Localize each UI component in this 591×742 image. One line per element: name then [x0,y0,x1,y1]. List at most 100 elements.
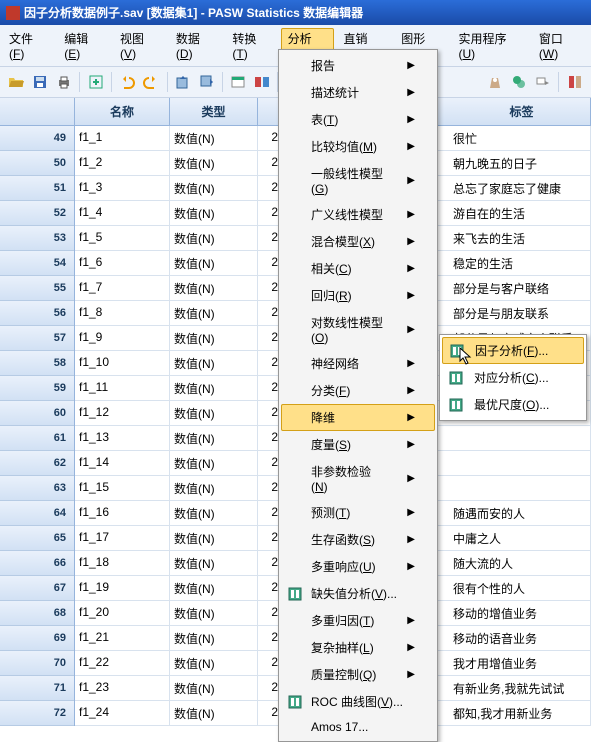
row-header[interactable]: 59 [0,376,74,401]
row-header[interactable]: 68 [0,601,74,626]
menu-item[interactable]: 分类(F)▶ [281,377,435,404]
cell-name[interactable]: f1_4 [75,201,170,225]
menu-item[interactable]: 对数线性模型(O)▶ [281,309,435,350]
cell-type[interactable]: 数值(N) [170,176,258,200]
cell-name[interactable]: f1_17 [75,526,170,550]
row-header[interactable]: 51 [0,176,74,201]
cell-name[interactable]: f1_9 [75,326,170,350]
value-labels-icon[interactable] [533,71,554,93]
row-header[interactable]: 69 [0,626,74,651]
row-header[interactable]: 71 [0,676,74,701]
cell-type[interactable]: 数值(N) [170,626,258,650]
row-header[interactable]: 52 [0,201,74,226]
cell-type[interactable]: 数值(N) [170,601,258,625]
menu-item[interactable]: 对应分析(C)... [442,364,584,391]
cell-type[interactable]: 数值(N) [170,401,258,425]
menu-item[interactable]: 报告▶ [281,52,435,79]
menu-item[interactable]: Amos 17... [281,715,435,739]
row-header[interactable]: 64 [0,501,74,526]
find-icon[interactable] [252,71,273,93]
menu-item[interactable]: 一般线性模型(G)▶ [281,160,435,201]
menu-item[interactable]: 降维▶ [281,404,435,431]
use-sets-icon[interactable] [564,71,585,93]
menu-item[interactable]: 预测(T)▶ [281,499,435,526]
cell-name[interactable]: f1_7 [75,276,170,300]
recall-icon[interactable] [85,71,106,93]
cell-type[interactable]: 数值(N) [170,526,258,550]
cell-type[interactable]: 数值(N) [170,351,258,375]
row-header[interactable]: 55 [0,276,74,301]
menu-item[interactable]: 因子分析(F)... [442,337,584,364]
menu-3[interactable]: 数据(D) [169,28,224,63]
row-header[interactable]: 54 [0,251,74,276]
menu-0[interactable]: 文件(F) [2,28,55,63]
menu-item[interactable]: 广义线性模型▶ [281,201,435,228]
cell-name[interactable]: f1_21 [75,626,170,650]
cell-type[interactable]: 数值(N) [170,126,258,150]
cell-type[interactable]: 数值(N) [170,451,258,475]
menu-item[interactable]: 比较均值(M)▶ [281,133,435,160]
menu-item[interactable]: 表(T)▶ [281,106,435,133]
menu-item[interactable]: 回归(R)▶ [281,282,435,309]
cell-name[interactable]: f1_1 [75,126,170,150]
cell-name[interactable]: f1_23 [75,676,170,700]
menu-item[interactable]: ROC 曲线图(V)... [281,688,435,715]
cell-type[interactable]: 数值(N) [170,226,258,250]
row-header[interactable]: 62 [0,451,74,476]
row-header[interactable]: 63 [0,476,74,501]
menu-item[interactable]: 缺失值分析(V)... [281,580,435,607]
row-header[interactable]: 56 [0,301,74,326]
menu-8[interactable]: 实用程序(U) [451,28,529,63]
cell-name[interactable]: f1_24 [75,701,170,725]
open-icon[interactable] [6,71,27,93]
cell-name[interactable]: f1_2 [75,151,170,175]
cell-type[interactable]: 数值(N) [170,376,258,400]
row-header[interactable]: 57 [0,326,74,351]
cell-name[interactable]: f1_14 [75,451,170,475]
cell-name[interactable]: f1_10 [75,351,170,375]
menu-item[interactable]: 相关(C)▶ [281,255,435,282]
cell-type[interactable]: 数值(N) [170,576,258,600]
row-header[interactable]: 72 [0,701,74,726]
menu-item[interactable]: 混合模型(X)▶ [281,228,435,255]
menu-item[interactable]: 多重响应(U)▶ [281,553,435,580]
row-header[interactable]: 60 [0,401,74,426]
cell-name[interactable]: f1_18 [75,551,170,575]
cell-name[interactable]: f1_11 [75,376,170,400]
col-name[interactable]: 名称 [75,98,170,125]
print-icon[interactable] [54,71,75,93]
cell-name[interactable]: f1_20 [75,601,170,625]
goto-var-icon[interactable] [196,71,217,93]
cell-name[interactable]: f1_19 [75,576,170,600]
menu-item[interactable]: 非参数检验(N)▶ [281,458,435,499]
save-icon[interactable] [30,71,51,93]
goto-icon[interactable] [172,71,193,93]
row-header[interactable]: 65 [0,526,74,551]
menu-9[interactable]: 窗口(W) [532,28,589,63]
cell-name[interactable]: f1_15 [75,476,170,500]
cell-name[interactable]: f1_8 [75,301,170,325]
menu-item[interactable]: 度量(S)▶ [281,431,435,458]
row-header[interactable]: 67 [0,576,74,601]
menu-item[interactable]: 多重归因(T)▶ [281,607,435,634]
cell-type[interactable]: 数值(N) [170,151,258,175]
row-header[interactable]: 50 [0,151,74,176]
cell-name[interactable]: f1_6 [75,251,170,275]
variables-icon[interactable] [228,71,249,93]
cell-type[interactable]: 数值(N) [170,326,258,350]
menu-4[interactable]: 转换(T) [225,28,278,63]
row-header[interactable]: 70 [0,651,74,676]
cell-type[interactable]: 数值(N) [170,251,258,275]
menu-item[interactable]: 描述统计▶ [281,79,435,106]
row-header[interactable]: 49 [0,126,74,151]
cell-name[interactable]: f1_12 [75,401,170,425]
col-type[interactable]: 类型 [170,98,258,125]
row-header[interactable]: 61 [0,426,74,451]
menu-item[interactable]: 最优尺度(O)... [442,391,584,418]
redo-icon[interactable] [141,71,162,93]
cell-name[interactable]: f1_16 [75,501,170,525]
cell-type[interactable]: 数值(N) [170,551,258,575]
cell-type[interactable]: 数值(N) [170,701,258,725]
cell-name[interactable]: f1_13 [75,426,170,450]
menu-2[interactable]: 视图(V) [113,28,167,63]
